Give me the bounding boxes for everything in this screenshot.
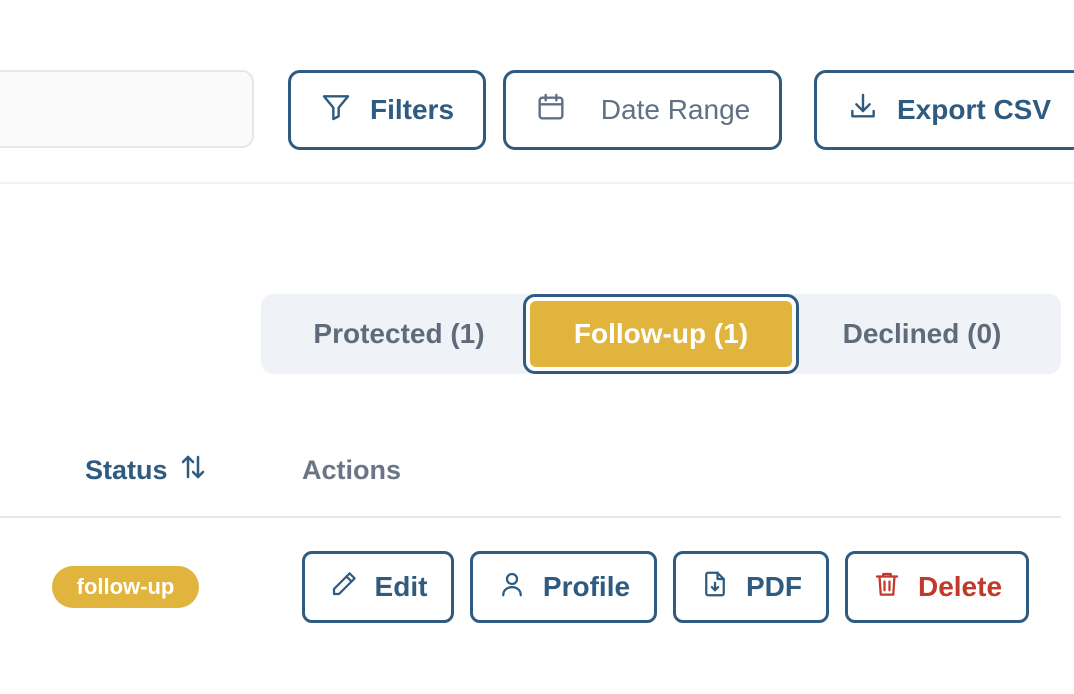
status-badge: follow-up [52,566,199,608]
edit-label: Edit [374,571,428,602]
table-header-divider [0,516,1061,518]
tab-follow-up-label: Follow-up (1) [573,318,749,349]
export-csv-label: Export CSV [896,94,1052,125]
column-header-actions: Actions [302,448,401,492]
download-icon [847,91,879,130]
column-header-status[interactable]: Status [85,448,208,492]
profile-label: Profile [542,571,631,602]
column-header-actions-label: Actions [302,454,402,485]
filters-label: Filters [369,94,455,125]
tab-follow-up[interactable]: Follow-up (1) [523,294,799,374]
sort-arrows-icon [178,452,208,489]
profile-button[interactable]: Profile [470,551,657,623]
tab-protected-label: Protected (1) [313,318,485,349]
calendar-icon [535,91,567,130]
pdf-button[interactable]: PDF [673,551,829,623]
date-range-label: Date Range [600,94,751,125]
column-header-status-label: Status [85,454,168,485]
trash-icon [872,569,902,606]
toolbar-divider [0,182,1074,184]
edit-button[interactable]: Edit [302,551,454,623]
export-csv-button[interactable]: Export CSV [814,70,1074,150]
tab-declined[interactable]: Declined (0) [799,294,1045,374]
tab-protected[interactable]: Protected (1) [261,294,537,374]
delete-label: Delete [917,571,1003,602]
file-download-icon [700,569,730,606]
delete-button[interactable]: Delete [845,551,1029,623]
filters-button[interactable]: Filters [288,70,486,150]
status-tabs: Protected (1) Follow-up (1) Declined (0) [261,294,1061,374]
pencil-icon [329,569,359,606]
pdf-label: PDF [746,571,802,602]
date-range-button[interactable]: Date Range [503,70,782,150]
filter-funnel-icon [320,91,352,130]
search-input[interactable] [0,70,254,148]
user-icon [497,569,527,606]
page: Filters Date Range Export CSV Protected … [0,0,1074,694]
tab-declined-label: Declined (0) [842,318,1002,349]
